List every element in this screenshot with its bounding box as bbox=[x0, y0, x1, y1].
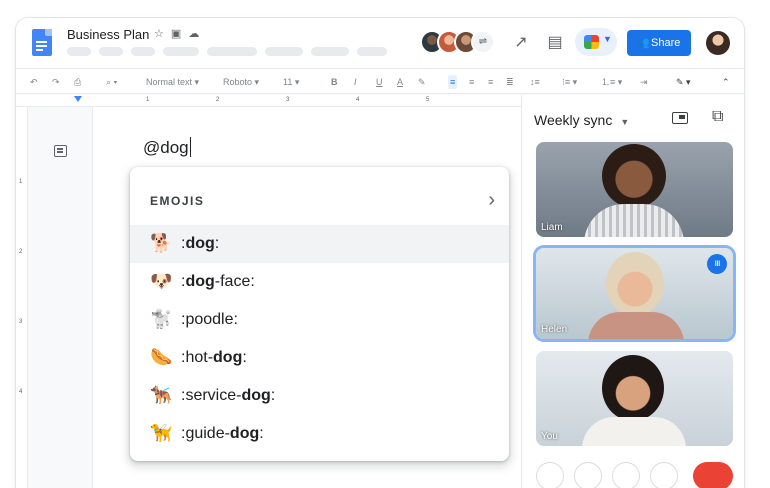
redo-icon[interactable]: ↷ bbox=[52, 75, 60, 89]
underline-icon[interactable]: U bbox=[376, 75, 383, 89]
italic-icon[interactable]: I bbox=[354, 75, 357, 89]
menu-bar bbox=[67, 47, 387, 56]
document-title[interactable]: Business Plan bbox=[67, 27, 149, 42]
print-icon[interactable]: ⎙ bbox=[74, 75, 81, 89]
align-right-icon[interactable]: ≡ bbox=[488, 75, 493, 89]
speaking-icon: ııı bbox=[707, 254, 727, 274]
formatting-toolbar: ↶ ↷ ⎙ ⌕ ▾ Normal text ▾ Roboto ▾ 11 ▾ B … bbox=[16, 68, 744, 94]
emoji-option[interactable]: 🌭 :hot-dog: bbox=[130, 339, 509, 377]
share-button[interactable]: 👥 Share bbox=[627, 30, 691, 56]
highlight-icon[interactable]: ✎ bbox=[418, 75, 426, 89]
title-status-icons[interactable]: ☆ ▣ ☁ bbox=[154, 27, 201, 40]
menu-item[interactable] bbox=[265, 47, 303, 56]
hot-dog-emoji-icon: 🌭 bbox=[150, 347, 173, 367]
font-select[interactable]: Roboto ▾ bbox=[223, 75, 259, 89]
menu-item[interactable] bbox=[207, 47, 257, 56]
chevron-right-icon[interactable]: › bbox=[488, 189, 495, 212]
typed-text[interactable]: @dog bbox=[143, 137, 192, 158]
pop-out-icon[interactable]: ⧉ bbox=[712, 108, 723, 126]
menu-item[interactable] bbox=[99, 47, 123, 56]
menu-item[interactable] bbox=[311, 47, 349, 56]
zoom-icon[interactable]: ⌕ ▾ bbox=[106, 75, 117, 89]
bullets-icon[interactable]: ⁝≡ ▾ bbox=[562, 75, 577, 89]
style-select[interactable]: Normal text ▾ bbox=[146, 75, 199, 89]
app-window: Business Plan ☆ ▣ ☁ ⇌ ↗ ▤ ▼ 👥 Share ↶ ↷ … bbox=[16, 18, 744, 488]
participant-video bbox=[602, 355, 664, 421]
collapse-icon[interactable]: ⌃ bbox=[722, 75, 730, 89]
collaborator-avatars[interactable]: ⇌ bbox=[420, 30, 502, 56]
poodle-emoji-icon: 🐩 bbox=[150, 309, 173, 329]
participant-tile-liam[interactable]: Liam bbox=[536, 142, 733, 237]
service-dog-emoji-icon: 🐕‍🦺 bbox=[150, 385, 173, 405]
participant-name: Helen bbox=[541, 324, 568, 335]
guide-dog-emoji-icon: 🦮 bbox=[150, 423, 173, 443]
participant-video-body bbox=[582, 417, 686, 446]
edit-mode-icon[interactable]: ✎ ▾ bbox=[676, 75, 691, 89]
meet-button[interactable]: ▼ bbox=[575, 28, 617, 56]
indent-icon[interactable]: ⇥ bbox=[640, 75, 648, 89]
end-call-button[interactable] bbox=[693, 462, 733, 488]
camera-button[interactable] bbox=[574, 462, 602, 488]
outline-icon[interactable] bbox=[54, 145, 67, 157]
menu-item[interactable] bbox=[131, 47, 155, 56]
participant-name: Liam bbox=[541, 222, 563, 233]
comment-icon[interactable]: ▤ bbox=[544, 32, 566, 54]
participant-video-body bbox=[584, 204, 684, 237]
vertical-ruler[interactable]: 1 2 3 4 bbox=[16, 107, 28, 488]
pip-icon[interactable] bbox=[672, 112, 688, 124]
text-caret bbox=[189, 137, 192, 157]
mic-button[interactable] bbox=[536, 462, 564, 488]
bold-icon[interactable]: B bbox=[331, 75, 338, 89]
participant-tile-helen[interactable]: ııı Helen bbox=[536, 248, 733, 339]
more-collaborators-icon[interactable]: ⇌ bbox=[471, 30, 495, 54]
meet-icon bbox=[584, 35, 599, 49]
docs-header: Business Plan ☆ ▣ ☁ ⇌ ↗ ▤ ▼ 👥 Share bbox=[16, 18, 744, 68]
menu-item[interactable] bbox=[357, 47, 387, 56]
text-color-icon[interactable]: A bbox=[397, 75, 403, 89]
participant-tile-you[interactable]: You bbox=[536, 351, 733, 446]
chevron-down-icon: ▼ bbox=[620, 117, 630, 127]
emoji-option[interactable]: 🐩 :poodle: bbox=[130, 301, 509, 339]
emoji-option[interactable]: 🐕‍🦺 :service-dog: bbox=[130, 377, 509, 415]
meeting-title-dropdown[interactable]: Weekly sync ▼ bbox=[534, 112, 629, 128]
share-people-icon: 👥 bbox=[636, 37, 650, 49]
dog-face-emoji-icon: 🐶 bbox=[150, 271, 173, 291]
font-size-select[interactable]: 11 ▾ bbox=[283, 75, 299, 89]
emoji-suggestion-popup: EMOJIS › 🐕 :dog: 🐶 :dog-face: 🐩 :poodle:… bbox=[130, 167, 509, 461]
participant-video bbox=[602, 144, 666, 208]
menu-item[interactable] bbox=[163, 47, 199, 56]
align-center-icon[interactable]: ≡ bbox=[469, 75, 474, 89]
indent-marker[interactable] bbox=[74, 96, 82, 102]
align-left-icon[interactable]: ≡ bbox=[448, 75, 458, 89]
menu-item[interactable] bbox=[67, 47, 91, 56]
participant-video-body bbox=[588, 312, 684, 339]
chevron-down-icon: ▼ bbox=[603, 34, 612, 44]
emoji-option[interactable]: 🐶 :dog-face: bbox=[130, 263, 509, 301]
doc-icon[interactable] bbox=[32, 29, 52, 56]
emoji-option[interactable]: 🦮 :guide-dog: bbox=[130, 415, 509, 453]
line-spacing-icon[interactable]: ↕≡ bbox=[530, 75, 540, 89]
user-avatar[interactable] bbox=[706, 31, 730, 55]
emoji-option[interactable]: 🐕 :dog: bbox=[130, 225, 509, 263]
participant-name: You bbox=[541, 431, 558, 442]
meet-side-panel: Weekly sync ▼ ⧉ Liam ııı Helen You bbox=[521, 95, 744, 488]
numbered-list-icon[interactable]: ⒈≡ ▾ bbox=[601, 75, 622, 89]
participant-video bbox=[606, 252, 664, 316]
popup-heading: EMOJIS bbox=[150, 194, 205, 208]
justify-icon[interactable]: ≣ bbox=[506, 75, 514, 89]
present-button[interactable] bbox=[612, 462, 640, 488]
more-options-button[interactable] bbox=[650, 462, 678, 488]
trending-icon[interactable]: ↗ bbox=[510, 32, 532, 54]
horizontal-ruler[interactable]: 1 2 3 4 5 bbox=[16, 95, 521, 107]
undo-icon[interactable]: ↶ bbox=[30, 75, 38, 89]
dog-emoji-icon: 🐕 bbox=[150, 233, 173, 253]
